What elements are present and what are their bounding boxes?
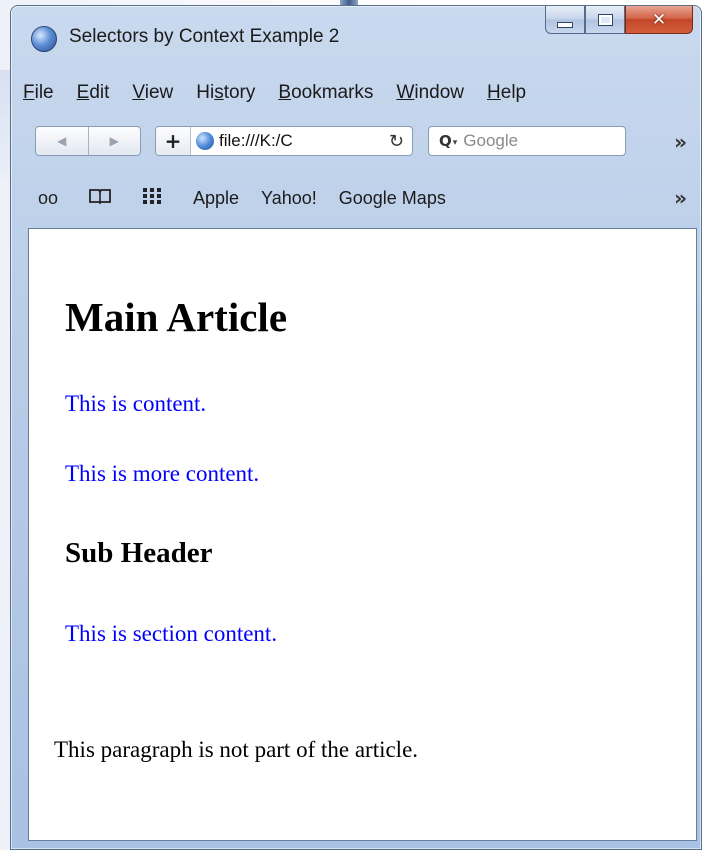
bookmarks-toolbar: oo Apple Yahoo! Google Maps »: [11, 178, 701, 218]
browser-window: Selectors by Context Example 2 ✕ File Ed…: [10, 5, 702, 850]
section-paragraph: This is section content.: [65, 621, 278, 646]
reload-icon[interactable]: ↻: [389, 131, 404, 152]
menu-bookmarks[interactable]: Bookmarks: [278, 82, 373, 104]
article-paragraph: This is content.: [65, 391, 207, 416]
page-title: Main Article: [65, 294, 288, 340]
plus-icon: +: [164, 129, 182, 153]
back-button[interactable]: ◀: [36, 127, 89, 155]
close-icon: ✕: [651, 9, 667, 30]
search-box[interactable]: Q ▾ Google: [428, 126, 626, 156]
menu-file[interactable]: File: [23, 82, 54, 104]
chevron-down-icon[interactable]: ▾: [453, 138, 458, 148]
article-paragraph-more: This is more content.: [65, 461, 260, 486]
globe-icon: [196, 132, 214, 150]
window-title: Selectors by Context Example 2: [69, 26, 340, 47]
menu-window[interactable]: Window: [396, 82, 464, 104]
toolbar-overflow-icon[interactable]: »: [674, 130, 687, 154]
bookmark-apple[interactable]: Apple: [193, 188, 239, 209]
back-forward-group: ◀ ▶: [35, 126, 141, 156]
forward-button[interactable]: ▶: [89, 127, 141, 155]
page-content: Main Article This is content. This is mo…: [28, 228, 697, 841]
menu-help[interactable]: Help: [487, 82, 526, 104]
menu-bar: File Edit View History Bookmarks Window …: [23, 78, 693, 108]
minimize-icon: [557, 21, 573, 28]
maximize-button[interactable]: [585, 6, 625, 34]
open-book-icon[interactable]: [87, 187, 113, 210]
address-bar[interactable]: + file:///K:/C ↻: [155, 126, 413, 156]
bookmark-google-maps[interactable]: Google Maps: [339, 188, 446, 209]
minimize-button[interactable]: [545, 6, 585, 34]
back-arrow-icon: ◀: [57, 134, 67, 148]
close-button[interactable]: ✕: [625, 6, 693, 34]
url-text[interactable]: file:///K:/C: [219, 131, 293, 151]
menu-view[interactable]: View: [132, 82, 173, 104]
menu-history[interactable]: History: [196, 82, 255, 104]
reading-glasses-icon[interactable]: oo: [35, 188, 61, 209]
menu-edit[interactable]: Edit: [77, 82, 110, 104]
bookmark-yahoo[interactable]: Yahoo!: [261, 188, 317, 209]
grid-icon[interactable]: [139, 187, 165, 210]
open-book-svg: [89, 188, 111, 204]
grid-svg: [143, 187, 161, 204]
maximize-icon: [597, 13, 613, 26]
title-bar[interactable]: Selectors by Context Example 2 ✕: [11, 6, 701, 64]
outside-paragraph: This paragraph is not part of the articl…: [54, 737, 419, 762]
forward-arrow-icon: ▶: [109, 134, 119, 148]
search-placeholder: Google: [463, 131, 519, 150]
search-icon[interactable]: Q: [439, 132, 452, 150]
bookmarks-overflow-icon[interactable]: »: [674, 186, 687, 210]
firefox-app-icon[interactable]: [31, 26, 57, 52]
sub-header: Sub Header: [65, 537, 213, 569]
new-tab-button[interactable]: +: [156, 127, 191, 155]
caption-buttons: ✕: [545, 6, 693, 36]
navigation-toolbar: ◀ ▶ + file:///K:/C ↻ Q ▾ Google »: [11, 118, 701, 164]
